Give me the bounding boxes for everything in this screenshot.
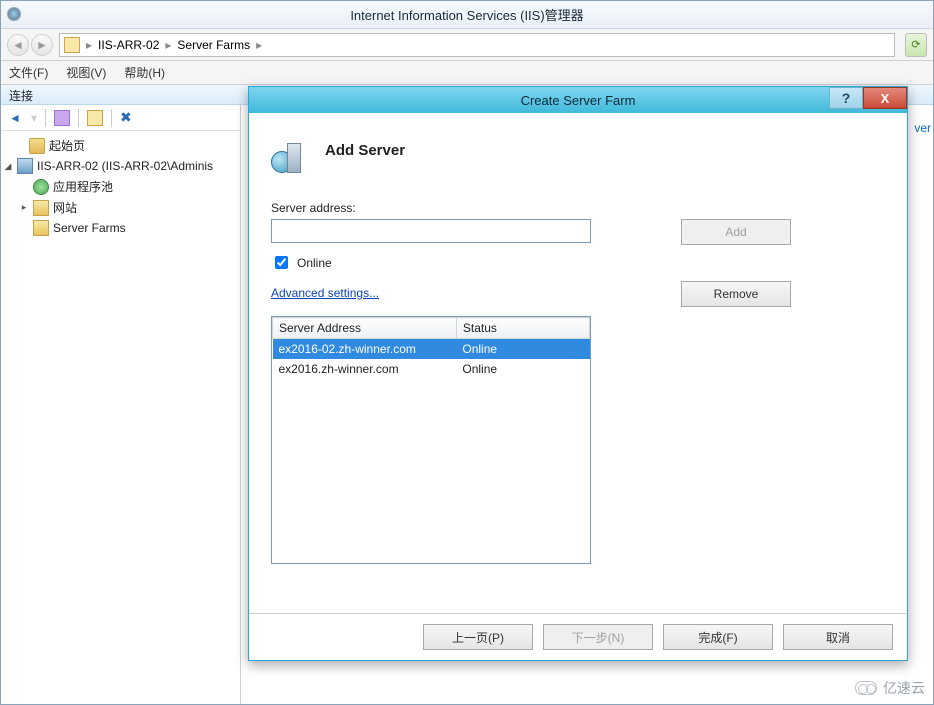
tree-label: IIS-ARR-02 (IIS-ARR-02\Adminis xyxy=(37,159,213,173)
sites-icon xyxy=(33,200,49,216)
dialog-footer: 上一页(P) 下一步(N) 完成(F) 取消 xyxy=(249,613,907,660)
toolbar-divider xyxy=(45,109,46,127)
tree-sites[interactable]: ▸ 网站 xyxy=(3,197,238,218)
tree-server-node[interactable]: ◢ IIS-ARR-02 (IIS-ARR-02\Adminis xyxy=(3,156,238,176)
nav-arrows: ◄ ► xyxy=(7,34,53,56)
menu-bar: 文件(F) 视图(V) 帮助(H) xyxy=(1,61,933,85)
dialog-heading: Add Server xyxy=(325,142,405,159)
toolbar-back-icon[interactable]: ◄ xyxy=(7,110,23,126)
toolbar-divider xyxy=(78,109,79,127)
nav-bar: ◄ ► ▸ IIS-ARR-02 ▸ Server Farms ▸ ⟳ xyxy=(1,29,933,61)
dialog-titlebar: Create Server Farm ? X xyxy=(249,87,907,113)
dialog-title: Create Server Farm xyxy=(249,93,907,108)
create-server-farm-dialog: Create Server Farm ? X Add Server Server… xyxy=(248,86,908,661)
cell-status: Online xyxy=(456,339,589,360)
add-button[interactable]: Add xyxy=(681,219,791,245)
watermark-icon xyxy=(855,681,877,695)
app-icon xyxy=(7,7,21,21)
menu-view[interactable]: 视图(V) xyxy=(66,64,106,81)
window-title: Internet Information Services (IIS)管理器 xyxy=(350,5,583,24)
watermark: 亿速云 xyxy=(855,678,925,698)
online-checkbox[interactable] xyxy=(275,256,288,269)
server-icon xyxy=(17,158,33,174)
connections-tree: 起始页 ◢ IIS-ARR-02 (IIS-ARR-02\Adminis 应用程… xyxy=(1,131,240,242)
server-address-input[interactable] xyxy=(271,219,591,243)
tree-app-pools[interactable]: 应用程序池 xyxy=(3,176,238,197)
breadcrumb-sep-icon: ▸ xyxy=(252,38,266,52)
tree-label: 起始页 xyxy=(49,137,85,154)
window-titlebar: Internet Information Services (IIS)管理器 xyxy=(1,1,933,29)
nav-back-button[interactable]: ◄ xyxy=(7,34,29,56)
servers-list[interactable]: Server Address Status ex2016-02.zh-winne… xyxy=(271,316,591,564)
tree-start-page[interactable]: 起始页 xyxy=(3,135,238,156)
dialog-close-button[interactable]: X xyxy=(863,87,907,109)
menu-help[interactable]: 帮助(H) xyxy=(124,64,165,81)
breadcrumb-seg-2[interactable]: Server Farms xyxy=(177,38,250,52)
collapse-icon[interactable]: ◢ xyxy=(3,161,13,172)
toolbar-folder-icon[interactable] xyxy=(87,110,103,126)
menu-file[interactable]: 文件(F) xyxy=(9,64,48,81)
breadcrumb-sep-icon: ▸ xyxy=(82,38,96,52)
col-server-address[interactable]: Server Address xyxy=(273,318,457,339)
remove-button[interactable]: Remove xyxy=(681,281,791,307)
dialog-body: Add Server Server address: Online Advanc… xyxy=(249,113,907,613)
cell-address: ex2016-02.zh-winner.com xyxy=(273,339,457,360)
iis-manager-window: Internet Information Services (IIS)管理器 ◄… xyxy=(0,0,934,705)
nav-forward-button[interactable]: ► xyxy=(31,34,53,56)
breadcrumb-sep-icon: ▸ xyxy=(161,38,175,52)
breadcrumb[interactable]: ▸ IIS-ARR-02 ▸ Server Farms ▸ xyxy=(59,33,895,57)
toolbar-divider xyxy=(111,109,112,127)
previous-button[interactable]: 上一页(P) xyxy=(423,624,533,650)
toolbar-stop-icon[interactable]: ✖ xyxy=(120,109,132,126)
toolbar-dropdown-icon[interactable]: ▾ xyxy=(31,111,37,125)
expand-icon[interactable]: ▸ xyxy=(19,202,29,213)
farm-icon xyxy=(33,220,49,236)
app-pool-icon xyxy=(33,179,49,195)
sidebar-toolbar: ◄ ▾ ✖ xyxy=(1,105,240,131)
cancel-button[interactable]: 取消 xyxy=(783,624,893,650)
toolbar-save-icon[interactable] xyxy=(54,110,70,126)
add-server-icon xyxy=(271,127,311,173)
server-address-label: Server address: xyxy=(271,201,885,215)
home-icon xyxy=(29,138,45,154)
dialog-help-button[interactable]: ? xyxy=(829,87,863,109)
tree-label: 应用程序池 xyxy=(53,178,113,195)
cell-status: Online xyxy=(456,359,589,379)
nav-refresh-button[interactable]: ⟳ xyxy=(905,33,927,57)
finish-button[interactable]: 完成(F) xyxy=(663,624,773,650)
col-status[interactable]: Status xyxy=(456,318,589,339)
advanced-settings-link[interactable]: Advanced settings... xyxy=(271,286,379,300)
next-button[interactable]: 下一步(N) xyxy=(543,624,653,650)
connections-sidebar: ◄ ▾ ✖ 起始页 ◢ IIS-ARR-02 (IIS-ARR-02\ xyxy=(1,105,241,704)
server-row[interactable]: ex2016-02.zh-winner.comOnline xyxy=(273,339,590,360)
watermark-text: 亿速云 xyxy=(883,678,925,698)
online-label: Online xyxy=(297,256,332,270)
tree-server-farms[interactable]: Server Farms xyxy=(3,218,238,238)
breadcrumb-seg-1[interactable]: IIS-ARR-02 xyxy=(98,38,159,52)
tree-label: 网站 xyxy=(53,199,77,216)
cell-address: ex2016.zh-winner.com xyxy=(273,359,457,379)
tree-label: Server Farms xyxy=(53,221,126,235)
breadcrumb-root-icon xyxy=(64,37,80,53)
server-row[interactable]: ex2016.zh-winner.comOnline xyxy=(273,359,590,379)
cut-text: ver xyxy=(914,121,931,135)
